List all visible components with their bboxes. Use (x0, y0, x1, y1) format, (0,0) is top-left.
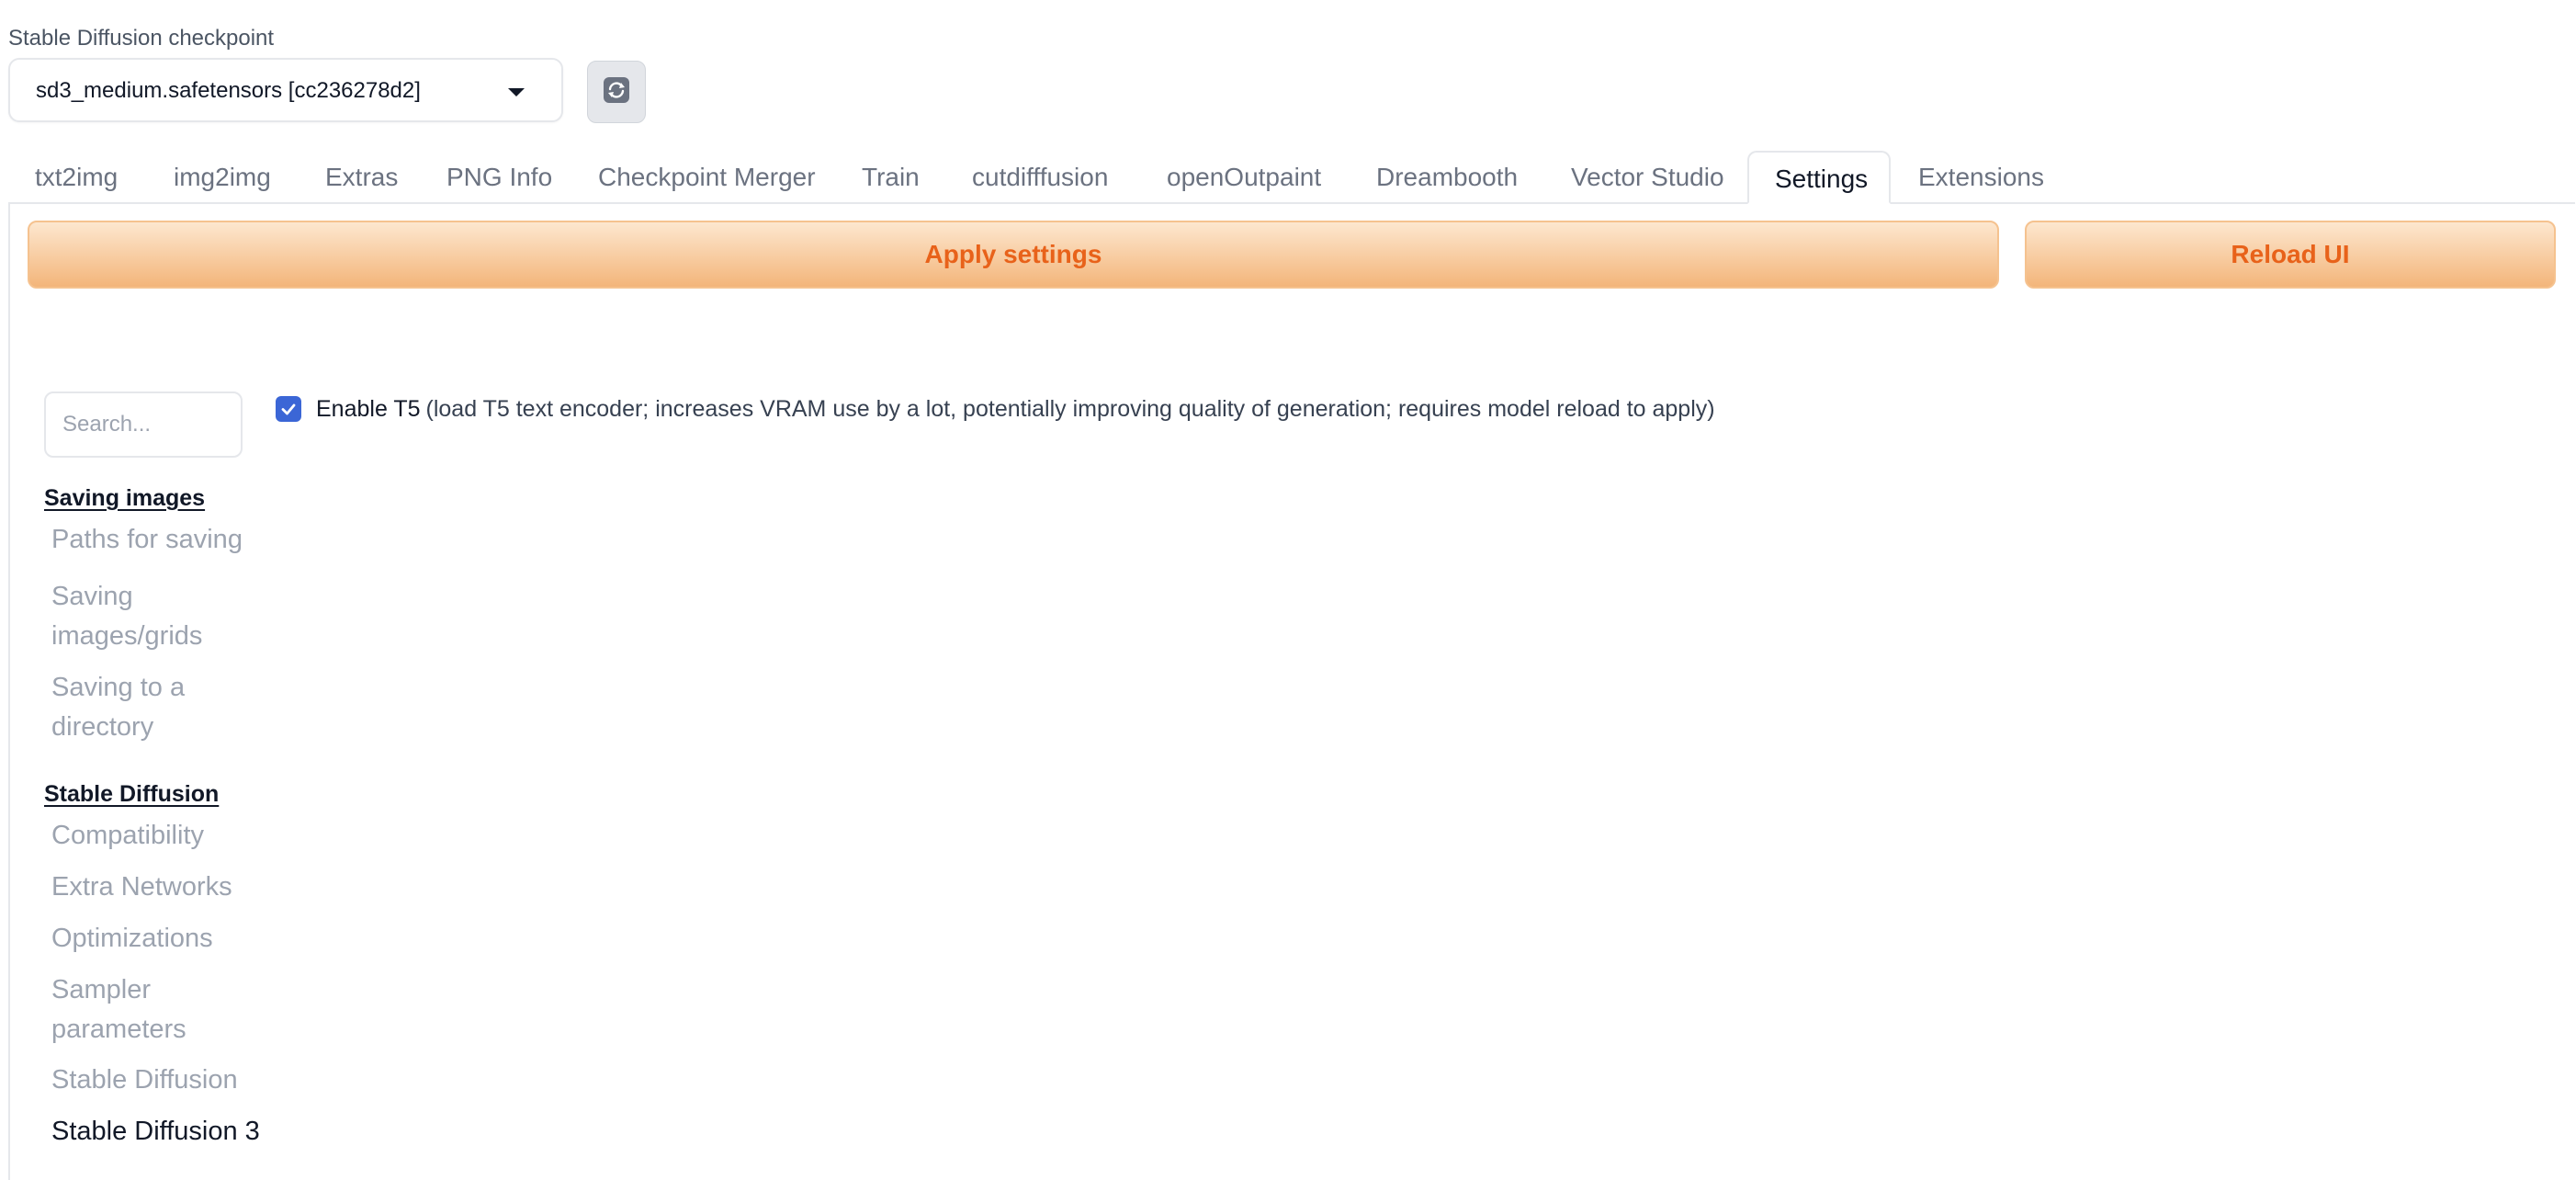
sidebar-item-stable-diffusion[interactable]: Stable Diffusion (51, 1061, 263, 1100)
settings-search-input[interactable] (44, 391, 243, 458)
tab-checkpoint-merger[interactable]: Checkpoint Merger (598, 151, 816, 204)
sidebar-item-sampler-parameters[interactable]: Sampler parameters (51, 970, 263, 1050)
tab-img2img[interactable]: img2img (174, 151, 271, 204)
sidebar-item-paths-for-saving[interactable]: Paths for saving (51, 520, 263, 560)
sidebar-item-extra-networks[interactable]: Extra Networks (51, 868, 263, 907)
tab-settings[interactable]: Settings (1747, 151, 1891, 204)
sidebar-section-saving-images[interactable]: Saving images (44, 485, 205, 512)
checkpoint-value: sd3_medium.safetensors [cc236278d2] (36, 78, 421, 103)
main-tabs: txt2img img2img Extras PNG Info Checkpoi… (0, 151, 2576, 204)
sidebar-item-stable-diffusion-3[interactable]: Stable Diffusion 3 (51, 1112, 263, 1152)
checkpoint-label: Stable Diffusion checkpoint (8, 26, 275, 51)
tab-vector-studio[interactable]: Vector Studio (1571, 151, 1724, 204)
refresh-checkpoints-button[interactable] (587, 61, 646, 123)
settings-page: Stable Diffusion checkpoint sd3_medium.s… (0, 0, 2576, 1180)
tab-dreambooth[interactable]: Dreambooth (1376, 151, 1518, 204)
enable-t5-checkbox[interactable] (276, 396, 301, 422)
sidebar-item-saving-images-grids[interactable]: Saving images/grids (51, 577, 263, 656)
tab-train[interactable]: Train (862, 151, 920, 204)
enable-t5-description: (load T5 text encoder; increases VRAM us… (425, 395, 1715, 422)
sidebar-item-compatibility[interactable]: Compatibility (51, 816, 263, 856)
setting-enable-t5: Enable T5 (load T5 text encoder; increas… (276, 393, 1715, 425)
sidebar-section-stable-diffusion[interactable]: Stable Diffusion (44, 781, 219, 808)
tab-cutdifffusion[interactable]: cutdifffusion (972, 151, 1108, 204)
checkpoint-dropdown[interactable]: sd3_medium.safetensors [cc236278d2] (8, 58, 563, 122)
settings-panel (8, 202, 2575, 1180)
tab-png-info[interactable]: PNG Info (446, 151, 552, 204)
enable-t5-label[interactable]: Enable T5 (316, 396, 421, 423)
tab-extensions[interactable]: Extensions (1918, 151, 2044, 204)
tab-txt2img[interactable]: txt2img (35, 151, 118, 204)
tab-extras[interactable]: Extras (325, 151, 398, 204)
chevron-down-icon (508, 88, 525, 96)
sidebar-item-optimizations[interactable]: Optimizations (51, 919, 263, 959)
sidebar-item-saving-to-a-directory[interactable]: Saving to a directory (51, 668, 263, 747)
checkmark-icon (281, 403, 296, 415)
tab-openoutpaint[interactable]: openOutpaint (1167, 151, 1321, 204)
apply-settings-button[interactable]: Apply settings (28, 221, 1999, 289)
refresh-icon (601, 74, 632, 110)
reload-ui-button[interactable]: Reload UI (2025, 221, 2556, 289)
